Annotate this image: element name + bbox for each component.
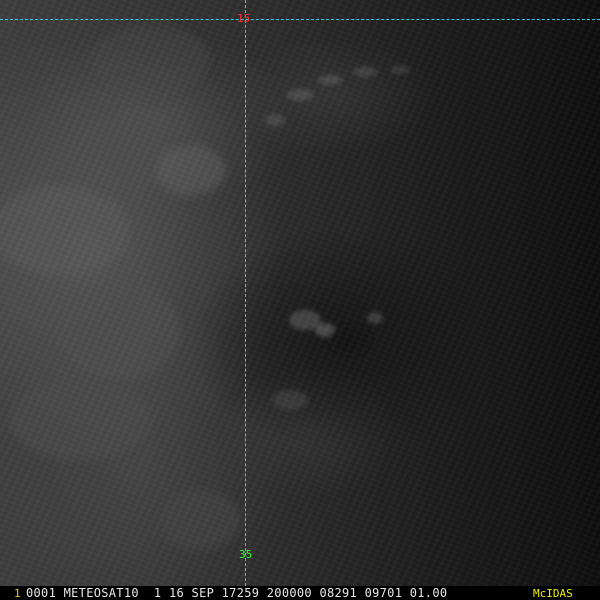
status-bar: 1 0001 METEOSAT10 1 16 SEP 17259 200000 … <box>0 586 600 600</box>
cloud-band-west <box>0 25 240 550</box>
longitude-grid-line <box>245 0 246 586</box>
image-info-text: 0001 METEOSAT10 1 16 SEP 17259 200000 08… <box>26 586 448 600</box>
cloud-cluster-center <box>272 310 383 410</box>
longitude-label: 35 <box>239 548 253 561</box>
cloud-arc-north <box>265 66 410 126</box>
satellite-image-frame: 15 35 1 0001 METEOSAT10 1 16 SEP 17259 2… <box>0 0 600 600</box>
frame-number: 1 <box>14 587 21 600</box>
cloud-imagery <box>0 25 410 550</box>
mcidas-brand: McIDAS <box>533 587 573 600</box>
latitude-grid-line <box>0 19 600 20</box>
latitude-label: 15 <box>237 12 251 25</box>
